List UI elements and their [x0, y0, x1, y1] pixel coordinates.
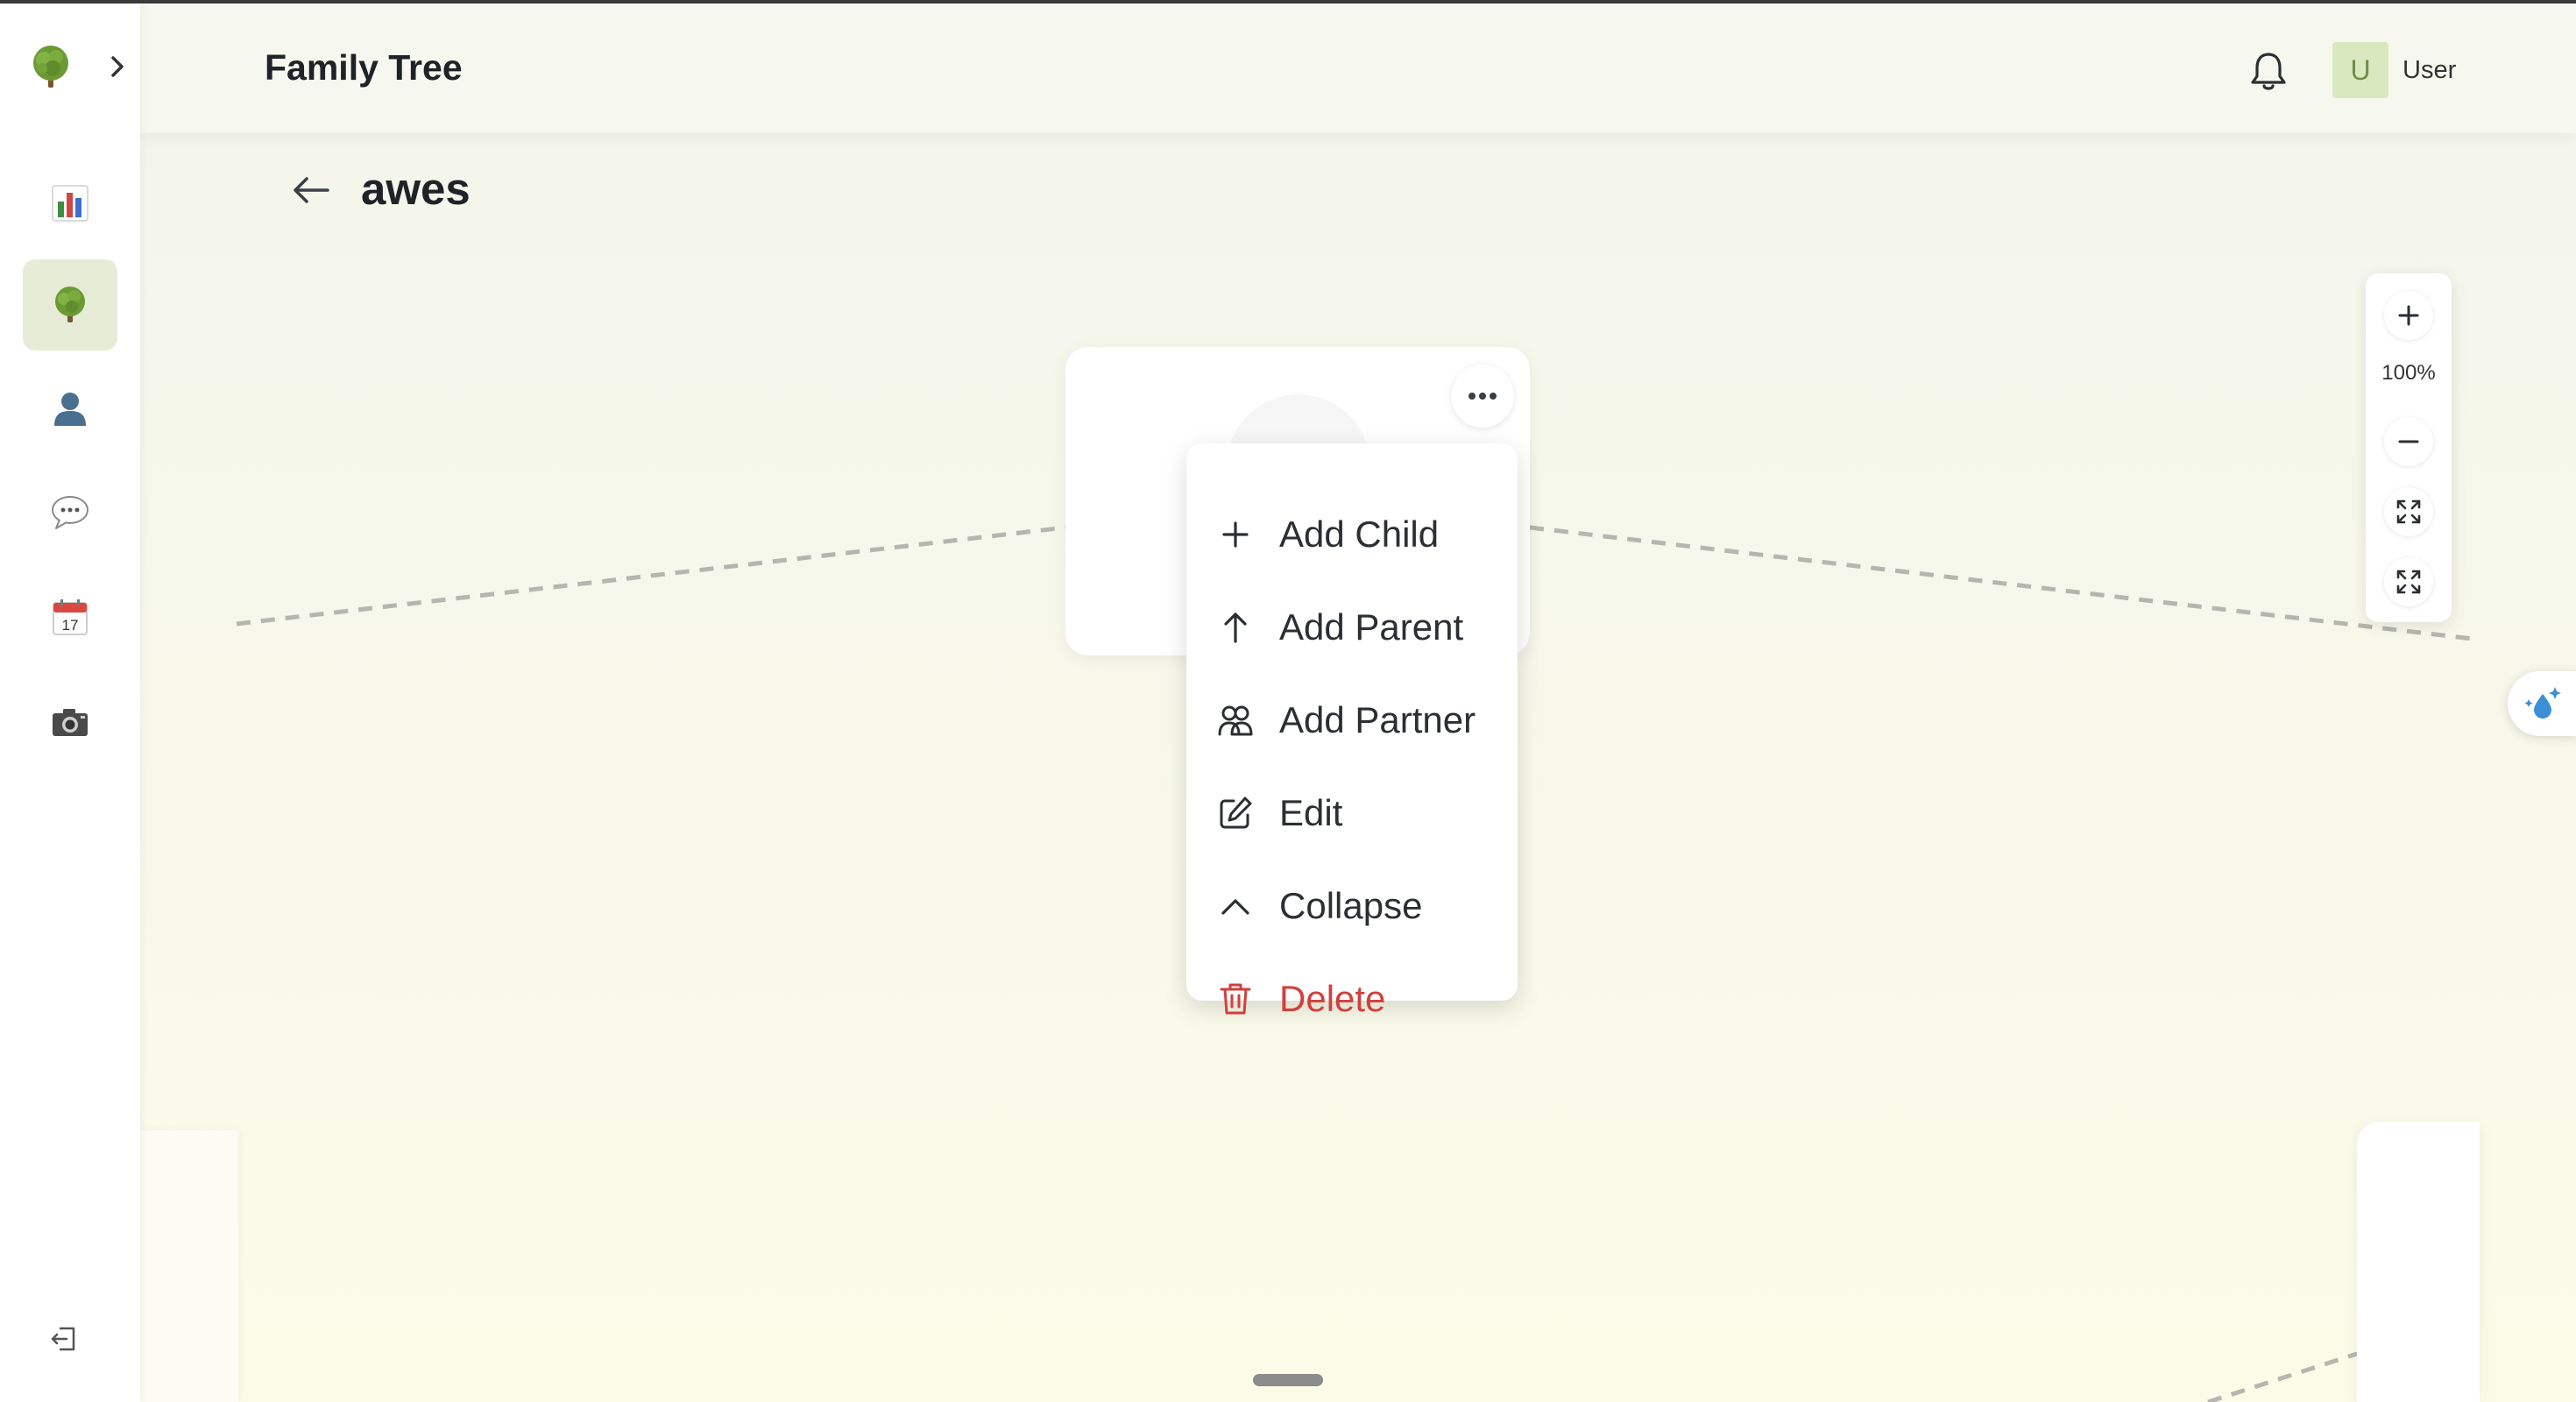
- sidebar-item-people[interactable]: [23, 363, 117, 454]
- person-icon: [54, 393, 86, 426]
- user-name[interactable]: User: [2403, 56, 2456, 85]
- top-header: Family Tree U User: [140, 4, 2576, 133]
- sidebar: 17: [0, 4, 140, 1402]
- menu-item-label: Edit: [1279, 792, 1343, 833]
- sidebar-item-photos[interactable]: [23, 676, 117, 768]
- avatar[interactable]: U: [2332, 42, 2388, 98]
- minus-icon: [2398, 440, 2419, 443]
- speech-bubble-icon: [52, 496, 88, 529]
- svg-text:17: 17: [62, 617, 79, 634]
- back-arrow-icon[interactable]: [289, 168, 333, 212]
- sidebar-item-family-tree[interactable]: [23, 259, 117, 350]
- users-icon: [1218, 705, 1253, 736]
- person-node-card-partial[interactable]: [2357, 1122, 2480, 1402]
- ai-assistant-button[interactable]: [2508, 671, 2576, 736]
- more-dots-icon: [1468, 393, 1497, 400]
- sidebar-item-messages[interactable]: [23, 466, 117, 557]
- window-top-border: [0, 0, 2576, 4]
- sidebar-expand-chevron-icon[interactable]: [105, 53, 130, 81]
- menu-item-label: Add Parent: [1279, 606, 1464, 648]
- menu-item-collapse[interactable]: Collapse: [1186, 862, 1518, 950]
- calendar-icon: 17: [53, 599, 88, 635]
- page-title: Family Tree: [265, 47, 463, 88]
- plus-icon: [1222, 521, 1249, 548]
- fit-to-screen-button[interactable]: [2384, 487, 2433, 536]
- menu-item-add-partner[interactable]: Add Partner: [1186, 676, 1518, 764]
- menu-item-add-parent[interactable]: Add Parent: [1186, 584, 1518, 671]
- zoom-controls: 100%: [2366, 273, 2452, 622]
- bottom-drag-handle[interactable]: [1253, 1374, 1323, 1386]
- sidebar-item-dashboard[interactable]: [23, 158, 117, 249]
- zoom-in-button[interactable]: [2384, 291, 2433, 340]
- tree-name-title: awes: [361, 164, 471, 214]
- plus-icon: [2398, 305, 2419, 326]
- sidebar-item-calendar[interactable]: 17: [23, 571, 117, 662]
- menu-item-delete[interactable]: Delete: [1186, 955, 1518, 1043]
- logout-icon[interactable]: [47, 1321, 82, 1356]
- more-options-button[interactable]: [1451, 365, 1514, 428]
- menu-item-label: Collapse: [1279, 885, 1423, 926]
- camera-icon: [53, 709, 88, 736]
- menu-item-label: Add Partner: [1279, 699, 1476, 740]
- chevron-up-icon: [1221, 899, 1249, 915]
- menu-item-label: Add Child: [1279, 513, 1440, 555]
- tree-icon: [55, 287, 85, 322]
- canvas-left-panel: [140, 1130, 238, 1402]
- sparkle-drop-icon: [2524, 687, 2561, 719]
- edit-icon: [1220, 797, 1252, 829]
- menu-item-label: Delete: [1279, 978, 1386, 1019]
- bar-chart-icon: [52, 185, 88, 222]
- fullscreen-icon: [2396, 570, 2421, 594]
- zoom-level: 100%: [2381, 361, 2436, 385]
- menu-item-add-child[interactable]: Add Child: [1186, 491, 1518, 578]
- trash-icon: [1220, 983, 1251, 1015]
- tree-logo-icon[interactable]: [26, 42, 75, 91]
- expand-icon: [2396, 499, 2421, 524]
- node-context-menu: Add Child Add Parent Add Partner Edit Co…: [1186, 443, 1518, 1019]
- fullscreen-button[interactable]: [2384, 557, 2433, 606]
- arrow-up-icon: [1224, 612, 1247, 643]
- menu-item-edit[interactable]: Edit: [1186, 769, 1518, 857]
- notification-bell-icon[interactable]: [2248, 49, 2289, 93]
- zoom-out-button[interactable]: [2384, 417, 2433, 466]
